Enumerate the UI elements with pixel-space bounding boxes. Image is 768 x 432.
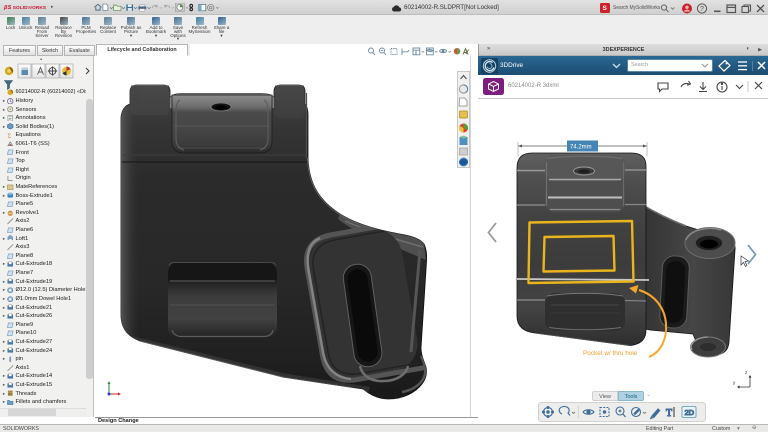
svg-text:?: ? xyxy=(700,6,704,13)
svg-text:y: y xyxy=(733,380,736,385)
svg-text:74.2mm: 74.2mm xyxy=(570,145,592,151)
svg-text:Pocket w/ thru hole: Pocket w/ thru hole xyxy=(583,350,638,357)
svg-text:Σ: Σ xyxy=(7,133,11,139)
svg-text:z: z xyxy=(745,370,748,375)
svg-text:T: T xyxy=(666,408,672,419)
svg-text:2D: 2D xyxy=(685,408,695,417)
